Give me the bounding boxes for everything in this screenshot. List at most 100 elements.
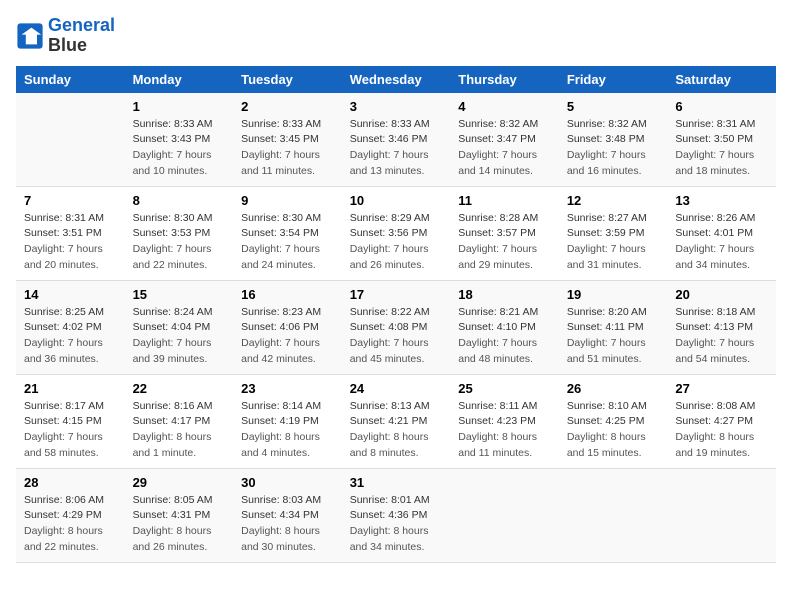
sunrise-time: Sunrise: 8:08 AM (675, 400, 755, 412)
day-cell: 2 Sunrise: 8:33 AM Sunset: 3:45 PM Dayli… (233, 93, 342, 187)
daylight-hours: Daylight: 7 hours and 51 minutes. (567, 337, 646, 365)
sunrise-time: Sunrise: 8:29 AM (350, 212, 430, 224)
day-number: 25 (458, 381, 551, 396)
day-info: Sunrise: 8:30 AM Sunset: 3:54 PM Dayligh… (241, 211, 334, 274)
sunset-time: Sunset: 4:23 PM (458, 415, 536, 427)
day-number: 8 (133, 193, 226, 208)
sunrise-time: Sunrise: 8:22 AM (350, 306, 430, 318)
day-number: 4 (458, 99, 551, 114)
sunset-time: Sunset: 4:13 PM (675, 321, 753, 333)
sunrise-time: Sunrise: 8:18 AM (675, 306, 755, 318)
sunset-time: Sunset: 4:31 PM (133, 509, 211, 521)
day-info: Sunrise: 8:26 AM Sunset: 4:01 PM Dayligh… (675, 211, 768, 274)
sunrise-time: Sunrise: 8:13 AM (350, 400, 430, 412)
day-cell: 26 Sunrise: 8:10 AM Sunset: 4:25 PM Dayl… (559, 374, 668, 468)
daylight-hours: Daylight: 7 hours and 29 minutes. (458, 243, 537, 271)
sunrise-time: Sunrise: 8:11 AM (458, 400, 537, 412)
day-cell: 8 Sunrise: 8:30 AM Sunset: 3:53 PM Dayli… (125, 186, 234, 280)
sunset-time: Sunset: 4:34 PM (241, 509, 319, 521)
day-number: 6 (675, 99, 768, 114)
daylight-hours: Daylight: 7 hours and 20 minutes. (24, 243, 103, 271)
day-cell: 23 Sunrise: 8:14 AM Sunset: 4:19 PM Dayl… (233, 374, 342, 468)
day-info: Sunrise: 8:25 AM Sunset: 4:02 PM Dayligh… (24, 305, 117, 368)
day-cell: 15 Sunrise: 8:24 AM Sunset: 4:04 PM Dayl… (125, 280, 234, 374)
day-cell: 22 Sunrise: 8:16 AM Sunset: 4:17 PM Dayl… (125, 374, 234, 468)
sunset-time: Sunset: 4:06 PM (241, 321, 319, 333)
sunset-time: Sunset: 3:47 PM (458, 133, 536, 145)
sunset-time: Sunset: 4:36 PM (350, 509, 428, 521)
sunset-time: Sunset: 3:50 PM (675, 133, 753, 145)
sunrise-time: Sunrise: 8:16 AM (133, 400, 213, 412)
day-cell: 16 Sunrise: 8:23 AM Sunset: 4:06 PM Dayl… (233, 280, 342, 374)
daylight-hours: Daylight: 8 hours and 22 minutes. (24, 525, 103, 553)
day-cell: 12 Sunrise: 8:27 AM Sunset: 3:59 PM Dayl… (559, 186, 668, 280)
daylight-hours: Daylight: 7 hours and 10 minutes. (133, 149, 212, 177)
sunset-time: Sunset: 4:27 PM (675, 415, 753, 427)
day-cell: 7 Sunrise: 8:31 AM Sunset: 3:51 PM Dayli… (16, 186, 125, 280)
day-info: Sunrise: 8:10 AM Sunset: 4:25 PM Dayligh… (567, 399, 660, 462)
sunset-time: Sunset: 4:17 PM (133, 415, 211, 427)
day-number: 12 (567, 193, 660, 208)
sunrise-time: Sunrise: 8:33 AM (350, 118, 430, 130)
sunrise-time: Sunrise: 8:27 AM (567, 212, 647, 224)
daylight-hours: Daylight: 7 hours and 26 minutes. (350, 243, 429, 271)
day-cell: 13 Sunrise: 8:26 AM Sunset: 4:01 PM Dayl… (667, 186, 776, 280)
day-number: 5 (567, 99, 660, 114)
sunset-time: Sunset: 4:11 PM (567, 321, 644, 333)
day-cell: 29 Sunrise: 8:05 AM Sunset: 4:31 PM Dayl… (125, 468, 234, 562)
day-number: 3 (350, 99, 443, 114)
day-info: Sunrise: 8:33 AM Sunset: 3:45 PM Dayligh… (241, 117, 334, 180)
day-info: Sunrise: 8:30 AM Sunset: 3:53 PM Dayligh… (133, 211, 226, 274)
day-number: 10 (350, 193, 443, 208)
day-cell: 9 Sunrise: 8:30 AM Sunset: 3:54 PM Dayli… (233, 186, 342, 280)
day-number: 27 (675, 381, 768, 396)
day-cell: 6 Sunrise: 8:31 AM Sunset: 3:50 PM Dayli… (667, 93, 776, 187)
col-header-friday: Friday (559, 66, 668, 93)
sunset-time: Sunset: 3:54 PM (241, 227, 319, 239)
day-cell: 25 Sunrise: 8:11 AM Sunset: 4:23 PM Dayl… (450, 374, 559, 468)
sunrise-time: Sunrise: 8:23 AM (241, 306, 321, 318)
sunset-time: Sunset: 4:15 PM (24, 415, 102, 427)
day-info: Sunrise: 8:31 AM Sunset: 3:51 PM Dayligh… (24, 211, 117, 274)
sunrise-time: Sunrise: 8:32 AM (567, 118, 647, 130)
day-cell (450, 468, 559, 562)
daylight-hours: Daylight: 7 hours and 45 minutes. (350, 337, 429, 365)
sunrise-time: Sunrise: 8:28 AM (458, 212, 538, 224)
daylight-hours: Daylight: 8 hours and 4 minutes. (241, 431, 320, 459)
day-info: Sunrise: 8:32 AM Sunset: 3:47 PM Dayligh… (458, 117, 551, 180)
day-number: 29 (133, 475, 226, 490)
day-cell: 30 Sunrise: 8:03 AM Sunset: 4:34 PM Dayl… (233, 468, 342, 562)
day-cell: 3 Sunrise: 8:33 AM Sunset: 3:46 PM Dayli… (342, 93, 451, 187)
sunrise-time: Sunrise: 8:17 AM (24, 400, 104, 412)
day-number: 14 (24, 287, 117, 302)
day-cell: 5 Sunrise: 8:32 AM Sunset: 3:48 PM Dayli… (559, 93, 668, 187)
sunrise-time: Sunrise: 8:32 AM (458, 118, 538, 130)
day-number: 20 (675, 287, 768, 302)
day-cell (667, 468, 776, 562)
sunset-time: Sunset: 3:48 PM (567, 133, 645, 145)
day-cell: 1 Sunrise: 8:33 AM Sunset: 3:43 PM Dayli… (125, 93, 234, 187)
day-number: 26 (567, 381, 660, 396)
daylight-hours: Daylight: 7 hours and 54 minutes. (675, 337, 754, 365)
sunset-time: Sunset: 4:04 PM (133, 321, 211, 333)
week-row-5: 28 Sunrise: 8:06 AM Sunset: 4:29 PM Dayl… (16, 468, 776, 562)
day-number: 18 (458, 287, 551, 302)
day-info: Sunrise: 8:01 AM Sunset: 4:36 PM Dayligh… (350, 493, 443, 556)
day-info: Sunrise: 8:22 AM Sunset: 4:08 PM Dayligh… (350, 305, 443, 368)
daylight-hours: Daylight: 7 hours and 39 minutes. (133, 337, 212, 365)
day-cell: 4 Sunrise: 8:32 AM Sunset: 3:47 PM Dayli… (450, 93, 559, 187)
sunset-time: Sunset: 4:02 PM (24, 321, 102, 333)
day-number: 15 (133, 287, 226, 302)
sunset-time: Sunset: 4:19 PM (241, 415, 319, 427)
day-cell: 14 Sunrise: 8:25 AM Sunset: 4:02 PM Dayl… (16, 280, 125, 374)
sunset-time: Sunset: 4:08 PM (350, 321, 428, 333)
day-info: Sunrise: 8:27 AM Sunset: 3:59 PM Dayligh… (567, 211, 660, 274)
sunrise-time: Sunrise: 8:24 AM (133, 306, 213, 318)
day-number: 7 (24, 193, 117, 208)
day-number: 13 (675, 193, 768, 208)
sunrise-time: Sunrise: 8:30 AM (241, 212, 321, 224)
day-number: 23 (241, 381, 334, 396)
day-info: Sunrise: 8:13 AM Sunset: 4:21 PM Dayligh… (350, 399, 443, 462)
sunset-time: Sunset: 3:53 PM (133, 227, 211, 239)
daylight-hours: Daylight: 8 hours and 34 minutes. (350, 525, 429, 553)
